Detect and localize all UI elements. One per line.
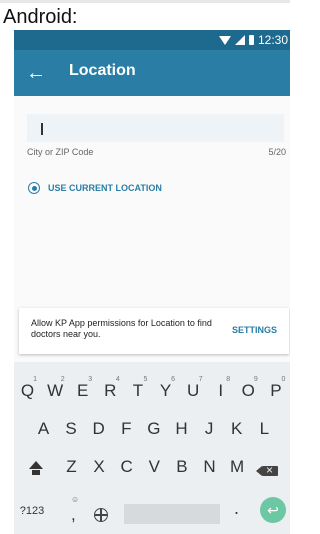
key-p[interactable]: P0 [262, 372, 289, 410]
key-hint: 5 [143, 376, 148, 383]
key-r[interactable]: R4 [97, 372, 124, 410]
keyboard-row-1: Q1W2E3R4T5Y6U7I8O9P0 [14, 372, 290, 410]
snackbar-message: Allow KP App permissions for Location to… [31, 318, 212, 339]
app-bar: ← Location [14, 50, 290, 96]
key-j[interactable]: J [196, 410, 223, 448]
key-hint: 6 [171, 376, 175, 383]
use-current-location-label: USE CURRENT LOCATION [48, 183, 162, 193]
comma-key[interactable]: ☺ , [70, 495, 80, 525]
key-m[interactable]: M [224, 448, 251, 486]
cell-signal-icon [234, 35, 245, 45]
key-t[interactable]: T5 [124, 372, 151, 410]
key-hint: 4 [115, 376, 120, 383]
key-h[interactable]: H [168, 410, 195, 448]
key-g[interactable]: G [140, 410, 167, 448]
key-o[interactable]: O9 [235, 372, 262, 410]
key-u[interactable]: U7 [180, 372, 207, 410]
symbols-key[interactable]: ?123 [16, 492, 48, 530]
key-b[interactable]: B [168, 448, 195, 486]
top-divider [0, 0, 290, 3]
key-hint: 3 [88, 376, 93, 383]
wifi-icon [218, 35, 231, 45]
globe-icon[interactable] [94, 508, 108, 522]
key-a[interactable]: A [30, 410, 57, 448]
status-time: 12:30 [257, 33, 288, 47]
key-hint: 9 [253, 376, 258, 383]
caption-bar: Android: [0, 0, 290, 30]
key-s[interactable]: S [58, 410, 85, 448]
key-i[interactable]: I8 [207, 372, 234, 410]
backspace-key-icon[interactable] [256, 463, 278, 477]
city-zip-input[interactable] [27, 114, 284, 142]
page-title: Location [69, 62, 136, 79]
use-current-location-button[interactable]: USE CURRENT LOCATION [28, 181, 162, 195]
location-target-icon [28, 182, 40, 194]
key-x[interactable]: X [86, 448, 113, 486]
key-l[interactable]: L [251, 410, 278, 448]
shift-key-icon[interactable] [28, 460, 44, 476]
character-counter: 5/20 [268, 147, 286, 157]
key-d[interactable]: D [85, 410, 112, 448]
back-arrow-icon[interactable]: ← [26, 61, 46, 85]
key-q[interactable]: Q1 [14, 372, 41, 410]
key-hint: 7 [198, 376, 203, 383]
key-c[interactable]: C [113, 448, 140, 486]
key-y[interactable]: Y6 [152, 372, 179, 410]
key-hint: 0 [281, 376, 286, 383]
settings-button[interactable]: SETTINGS [232, 325, 277, 335]
period-key[interactable]: . [234, 498, 239, 519]
space-bar[interactable] [124, 504, 220, 524]
soft-keyboard: Q1W2E3R4T5Y6U7I8O9P0 ASDFGHJKL ZXCVBNM ?… [14, 362, 290, 534]
key-v[interactable]: V [141, 448, 168, 486]
keyboard-row-2: ASDFGHJKL [14, 410, 290, 448]
city-zip-label: City or ZIP Code [27, 147, 94, 157]
enter-key[interactable]: ↩ [260, 497, 286, 523]
status-bar: 12:30 [14, 30, 290, 50]
key-k[interactable]: K [223, 410, 250, 448]
key-e[interactable]: E3 [69, 372, 96, 410]
keyboard-row-3: ZXCVBNM [14, 448, 290, 486]
key-f[interactable]: F [113, 410, 140, 448]
key-hint: 8 [226, 376, 231, 383]
emoji-hint-icon: ☺ [71, 495, 80, 504]
battery-icon [248, 35, 254, 45]
key-hint: 2 [60, 376, 65, 383]
platform-caption: Android: [3, 6, 78, 28]
key-w[interactable]: W2 [42, 372, 69, 410]
key-hint: 1 [33, 376, 37, 383]
key-z[interactable]: Z [58, 448, 85, 486]
permission-snackbar: Allow KP App permissions for Location to… [19, 308, 289, 354]
key-n[interactable]: N [196, 448, 223, 486]
phone-screen: 12:30 ← Location City or ZIP Code 5/20 U… [14, 30, 290, 534]
text-cursor [41, 123, 43, 135]
